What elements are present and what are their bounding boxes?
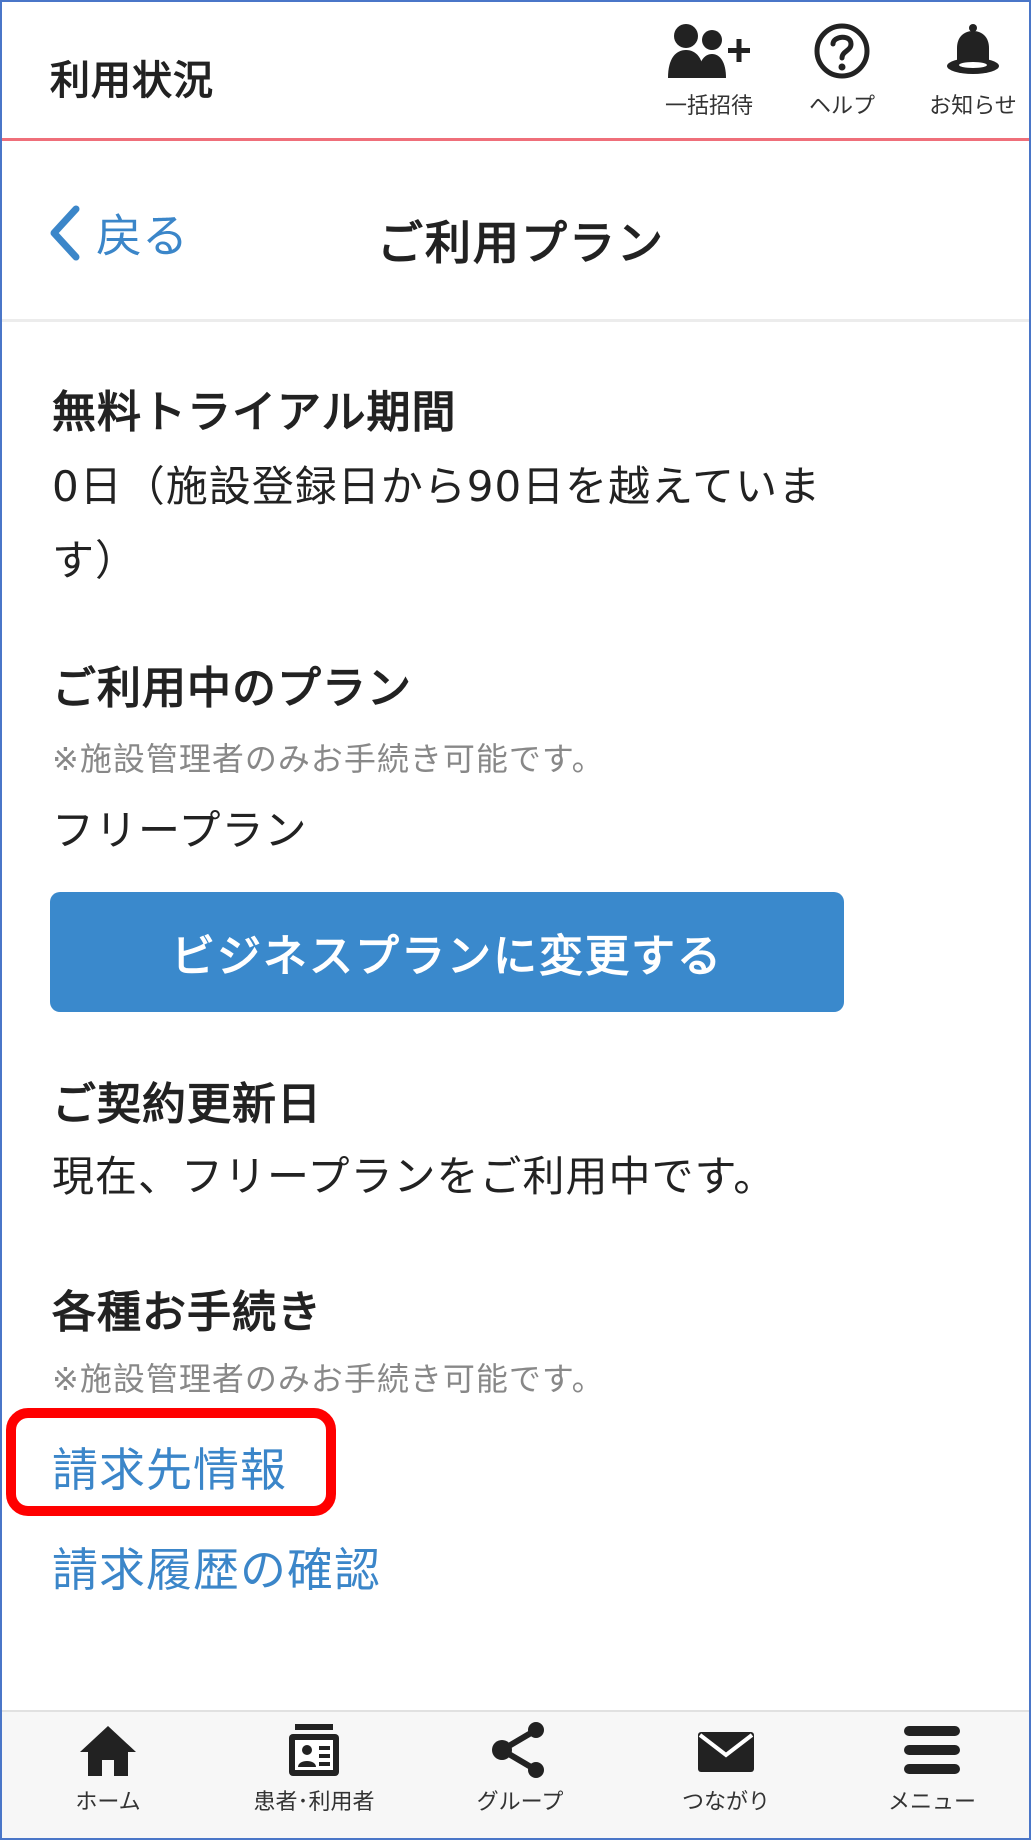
app-header: 利用状況 一括招待 ヘルプ お知らせ xyxy=(2,2,1029,141)
renewal-heading: ご契約更新日 xyxy=(52,1079,322,1130)
envelope-icon xyxy=(698,1732,754,1772)
share-nodes-icon xyxy=(492,1722,544,1778)
current-plan-heading: ご利用中のプラン xyxy=(52,663,412,714)
change-to-business-plan-button[interactable]: ビジネスプランに変更する xyxy=(50,892,844,1012)
phone-screen: 利用状況 一括招待 ヘルプ お知らせ 戻る ご利用プラン 無料トライアル期間 0… xyxy=(0,0,1031,1840)
bottom-navigation: ホーム 患者･利用者 グループ つながり メニュー xyxy=(2,1710,1029,1838)
add-users-icon xyxy=(668,24,750,78)
nav-connections[interactable]: つながり xyxy=(636,1722,816,1832)
page-header: 戻る ご利用プラン xyxy=(2,141,1029,322)
procedures-admin-note: ※施設管理者のみお手続き可能です。 xyxy=(52,1360,605,1398)
trial-value-line1: 0日（施設登録日から90日を越えていま xyxy=(52,462,822,511)
nav-menu[interactable]: メニュー xyxy=(842,1722,1022,1832)
page-title: ご利用プラン xyxy=(377,216,665,270)
nav-group-label: グループ xyxy=(476,1790,564,1815)
nav-patients[interactable]: 患者･利用者 xyxy=(224,1722,404,1832)
back-label: 戻る xyxy=(96,209,188,263)
hamburger-menu-icon xyxy=(904,1726,960,1774)
trial-value-line2: す） xyxy=(52,536,139,585)
notifications-button[interactable]: お知らせ xyxy=(918,22,1028,132)
renewal-text: 現在、フリープランをご利用中です。 xyxy=(52,1152,777,1201)
nav-group[interactable]: グループ xyxy=(430,1722,610,1832)
current-plan-value: フリープラン xyxy=(52,806,308,855)
back-button[interactable]: 戻る xyxy=(48,203,188,263)
admin-only-note: ※施設管理者のみお手続き可能です。 xyxy=(52,740,605,778)
nav-home-label: ホーム xyxy=(75,1790,141,1815)
home-icon xyxy=(80,1726,136,1776)
contact-card-icon xyxy=(289,1724,339,1776)
billing-history-link[interactable]: 請求履歴の確認 xyxy=(52,1534,381,1600)
nav-home[interactable]: ホーム xyxy=(18,1722,198,1832)
nav-patients-label: 患者･利用者 xyxy=(253,1790,375,1815)
bulk-invite-button[interactable]: 一括招待 xyxy=(654,22,764,132)
help-circle-icon xyxy=(814,23,870,79)
nav-menu-label: メニュー xyxy=(887,1790,976,1815)
help-button[interactable]: ヘルプ xyxy=(787,22,897,132)
nav-connections-label: つながり xyxy=(681,1790,770,1815)
highlight-box xyxy=(6,1408,336,1516)
notifications-label: お知らせ xyxy=(929,94,1017,119)
bulk-invite-label: 一括招待 xyxy=(664,94,753,119)
bell-icon xyxy=(947,24,999,74)
chevron-left-icon xyxy=(50,205,80,261)
procedures-heading: 各種お手続き xyxy=(52,1287,322,1338)
help-label: ヘルプ xyxy=(808,94,875,119)
trial-heading: 無料トライアル期間 xyxy=(52,387,457,438)
app-title: 利用状況 xyxy=(50,58,214,104)
